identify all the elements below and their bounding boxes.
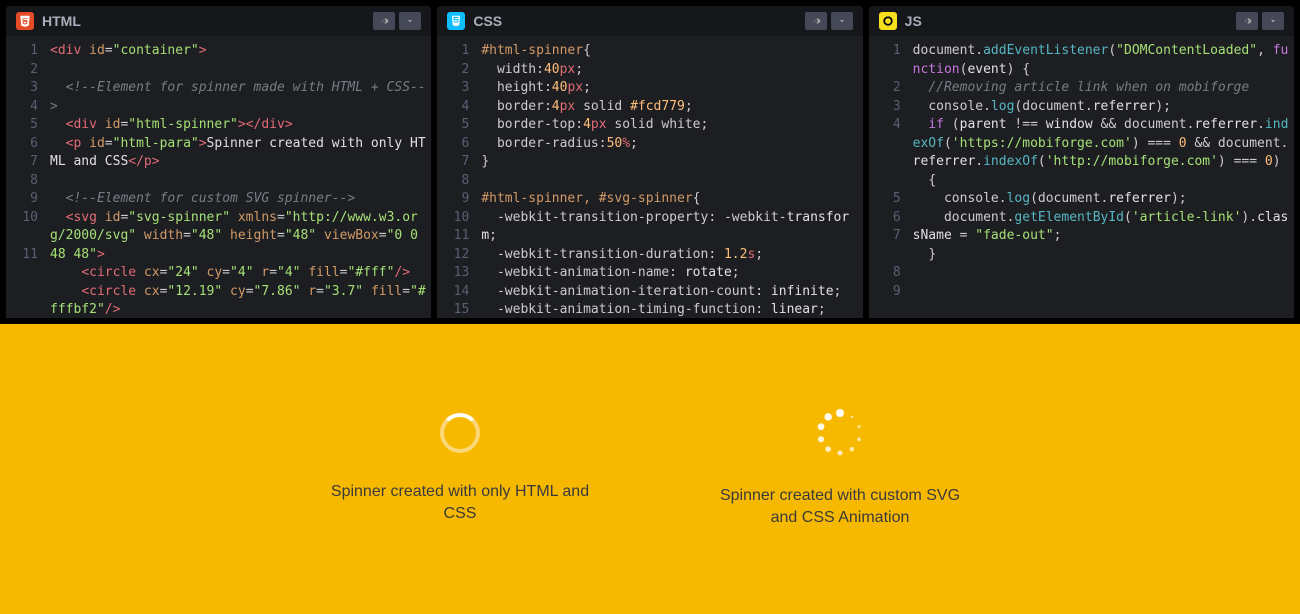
editor-row: HTML 1234567891011 <div id="container"> … <box>0 0 1300 324</box>
js-code[interactable]: document.addEventListener("DOMContentLoa… <box>909 36 1294 318</box>
css-gutter: 123456789101112131415 <box>437 36 477 318</box>
html-spinner <box>440 413 480 453</box>
css-panel-title: CSS <box>473 13 502 29</box>
js-icon <box>879 12 897 30</box>
html-spinner-caption: Spinner created with only HTML and CSS <box>330 481 590 526</box>
html-code[interactable]: <div id="container"> <!--Element for spi… <box>46 36 431 318</box>
js-panel-header: JS <box>869 6 1294 36</box>
settings-button[interactable] <box>373 12 395 30</box>
preview-pane: Spinner created with only HTML and CSS S… <box>0 324 1300 614</box>
js-code-area[interactable]: 123456789 document.addEventListener("DOM… <box>869 36 1294 318</box>
css-code-area[interactable]: 123456789101112131415 #html-spinner{ wid… <box>437 36 862 318</box>
html-spinner-block: Spinner created with only HTML and CSS <box>330 413 590 526</box>
svg-spinner-block: Spinner created with custom SVG and CSS … <box>710 409 970 530</box>
svg-spinner <box>816 409 864 457</box>
html-code-area[interactable]: 1234567891011 <div id="container"> <!--E… <box>6 36 431 318</box>
html-panel: HTML 1234567891011 <div id="container"> … <box>6 6 431 318</box>
settings-button[interactable] <box>805 12 827 30</box>
settings-button[interactable] <box>1236 12 1258 30</box>
chevron-down-button[interactable] <box>399 12 421 30</box>
html-panel-title: HTML <box>42 13 81 29</box>
html-panel-header: HTML <box>6 6 431 36</box>
css-panel-header: CSS <box>437 6 862 36</box>
css-icon <box>447 12 465 30</box>
html-gutter: 1234567891011 <box>6 36 46 318</box>
svg-spinner-caption: Spinner created with custom SVG and CSS … <box>710 485 970 530</box>
js-panel-title: JS <box>905 13 922 29</box>
html-icon <box>16 12 34 30</box>
js-gutter: 123456789 <box>869 36 909 318</box>
chevron-down-button[interactable] <box>1262 12 1284 30</box>
css-panel: CSS 123456789101112131415 #html-spinner{… <box>437 6 862 318</box>
js-panel: JS 123456789 document.addEventListener("… <box>869 6 1294 318</box>
css-code[interactable]: #html-spinner{ width:40px; height:40px; … <box>477 36 862 318</box>
chevron-down-button[interactable] <box>831 12 853 30</box>
